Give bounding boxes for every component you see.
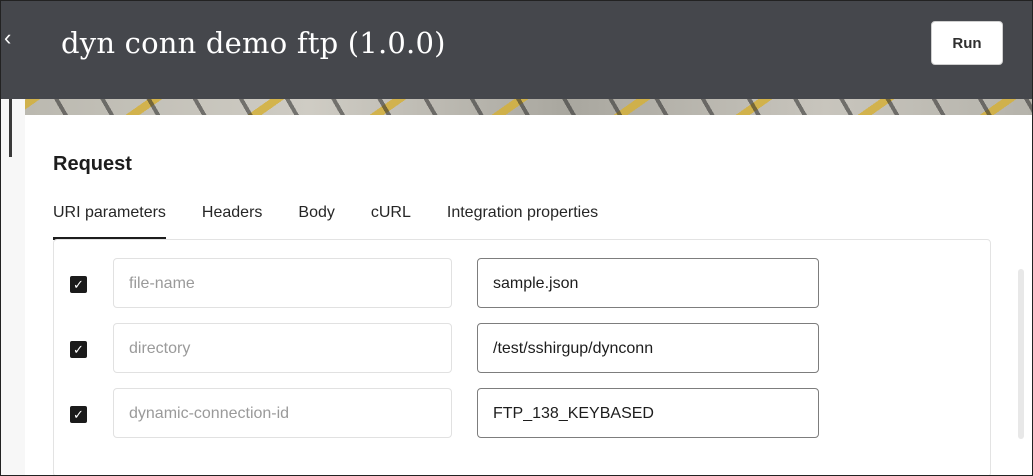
uri-parameters-panel: ✓ file-name sample.json ✓ directory /tes… [53,239,991,475]
param-value-field[interactable]: /test/sshirgup/dynconn [477,323,819,373]
run-button[interactable]: Run [931,21,1003,65]
page-title: dyn conn demo ftp (1.0.0) [61,26,446,60]
page-header: ‹ dyn conn demo ftp (1.0.0) Run [1,1,1032,99]
tab-curl[interactable]: cURL [371,197,411,235]
param-row-directory: ✓ directory /test/sshirgup/dynconn [54,323,990,375]
param-value-field[interactable]: sample.json [477,258,819,308]
param-name-field[interactable]: dynamic-connection-id [113,388,452,438]
param-checkbox[interactable]: ✓ [70,341,87,358]
request-section-title: Request [53,153,132,175]
param-value-field[interactable]: FTP_138_KEYBASED [477,388,819,438]
request-tabs: URI parameters Headers Body cURL Integra… [53,197,634,240]
param-name-field[interactable]: directory [113,323,452,373]
param-checkbox[interactable]: ✓ [70,406,87,423]
chevron-left-icon[interactable]: ‹ [4,27,11,49]
tab-body[interactable]: Body [298,197,334,235]
param-row-dynamic-connection-id: ✓ dynamic-connection-id FTP_138_KEYBASED [54,388,990,440]
param-name-field[interactable]: file-name [113,258,452,308]
side-gutter-accent [9,99,12,157]
param-row-file-name: ✓ file-name sample.json [54,258,990,310]
app-window: ‹ dyn conn demo ftp (1.0.0) Run Request … [0,0,1033,476]
side-gutter [1,99,25,475]
scrollbar[interactable] [1018,269,1024,439]
tab-headers[interactable]: Headers [202,197,262,235]
tab-integration-properties[interactable]: Integration properties [447,197,598,235]
param-checkbox[interactable]: ✓ [70,276,87,293]
tab-uri-parameters[interactable]: URI parameters [53,197,166,240]
decorative-banner [1,99,1032,115]
